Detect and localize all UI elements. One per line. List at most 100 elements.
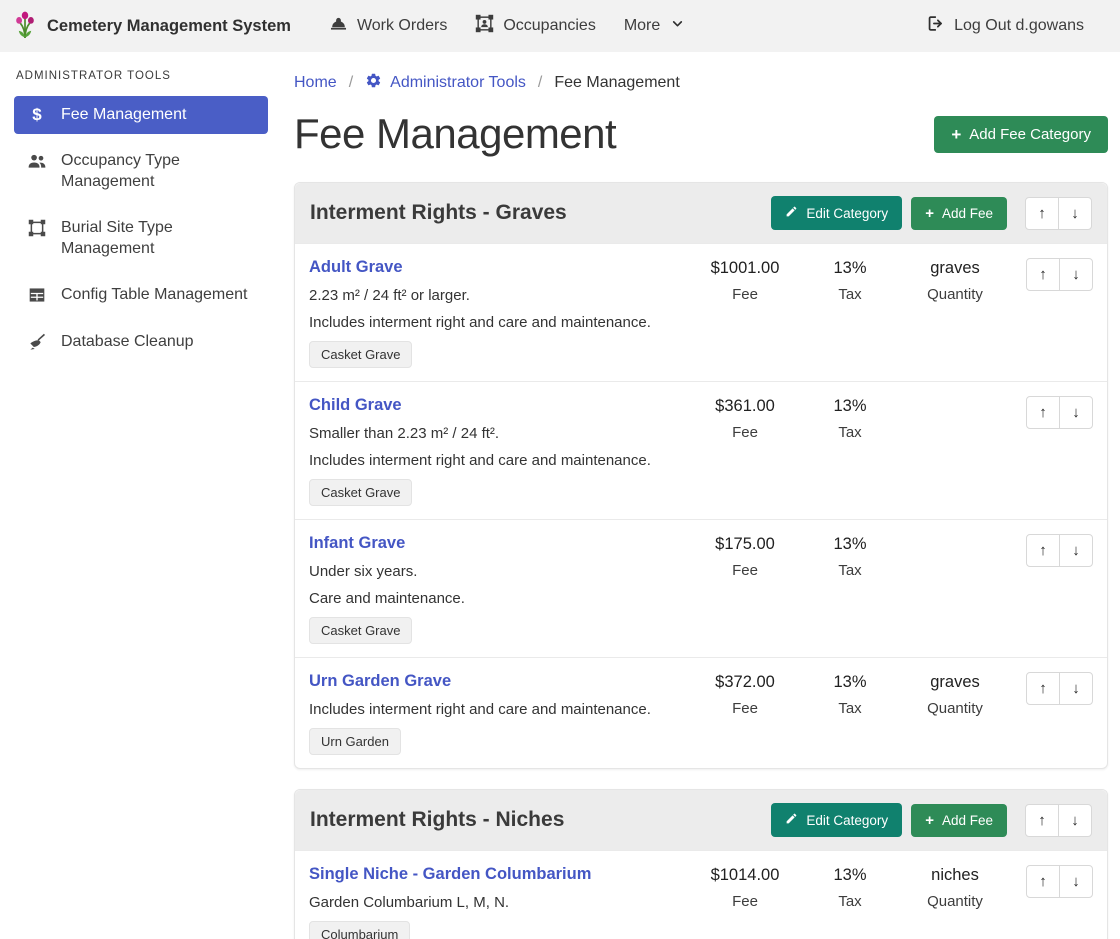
move-fee-up-button[interactable]: ↑: [1026, 258, 1060, 291]
fee-row: Adult Grave 2.23 m² / 24 ft² or larger. …: [295, 243, 1107, 381]
sidebar: ADMINISTRATOR TOOLS $ Fee Management Occ…: [0, 52, 280, 369]
category-card-niches: Interment Rights - Niches Edit Category …: [294, 789, 1108, 939]
fee-quantity-cell: niches Quantity: [900, 865, 1010, 910]
sidebar-item-database-cleanup[interactable]: Database Cleanup: [14, 323, 268, 361]
logout-link[interactable]: Log Out d.gowans: [912, 6, 1098, 46]
move-category-down-button[interactable]: ↓: [1058, 804, 1092, 837]
nav-work-orders[interactable]: Work Orders: [315, 6, 461, 46]
fee-quantity-cell: graves Quantity: [900, 258, 1010, 303]
fee-tax-cell: 13% Tax: [800, 865, 900, 910]
category-header: Interment Rights - Graves Edit Category …: [295, 183, 1107, 243]
pencil-icon: [785, 205, 798, 221]
plus-icon: +: [951, 126, 961, 143]
vector-square-icon: [26, 218, 48, 237]
fee-tag-chip: Urn Garden: [309, 728, 401, 755]
add-fee-category-button[interactable]: + Add Fee Category: [934, 116, 1108, 153]
move-fee-up-button[interactable]: ↑: [1026, 672, 1060, 705]
breadcrumb-separator: /: [538, 74, 542, 92]
fee-name-link[interactable]: Child Grave: [309, 396, 402, 415]
move-category-up-button[interactable]: ↑: [1025, 804, 1059, 837]
app-brand[interactable]: Cemetery Management System: [12, 9, 291, 44]
sidebar-item-burial-site-type-management[interactable]: Burial Site Type Management: [14, 209, 268, 268]
tulip-logo-icon: [12, 9, 38, 44]
add-fee-button[interactable]: + Add Fee: [911, 804, 1007, 837]
edit-category-button[interactable]: Edit Category: [771, 196, 902, 230]
fee-tag-chip: Casket Grave: [309, 341, 412, 368]
breadcrumb-admin-tools[interactable]: Administrator Tools: [365, 72, 526, 94]
users-icon: [26, 151, 48, 170]
hard-hat-icon: [329, 14, 348, 38]
plus-icon: +: [925, 813, 934, 828]
move-fee-down-button[interactable]: ↓: [1059, 865, 1093, 898]
fee-description: Care and maintenance.: [309, 590, 690, 607]
category-title: Interment Rights - Graves: [310, 201, 567, 225]
gear-icon: [365, 72, 382, 94]
fee-name-link[interactable]: Urn Garden Grave: [309, 672, 451, 691]
chevron-down-icon: [671, 17, 684, 35]
fee-tax-cell: 13% Tax: [800, 396, 900, 441]
nav-links: Work Orders Occupancies More: [315, 6, 698, 46]
main-content: Home / Administrator Tools / Fee Managem…: [280, 52, 1120, 939]
fee-row: Infant Grave Under six years. Care and m…: [295, 519, 1107, 657]
sidebar-item-fee-management[interactable]: $ Fee Management: [14, 96, 268, 134]
fee-tag-chip: Casket Grave: [309, 479, 412, 506]
fee-quantity-cell: graves Quantity: [900, 672, 1010, 717]
occupancy-frame-icon: [475, 14, 494, 38]
add-fee-button[interactable]: + Add Fee: [911, 197, 1007, 230]
move-fee-down-button[interactable]: ↓: [1059, 534, 1093, 567]
breadcrumb-home[interactable]: Home: [294, 74, 337, 92]
fee-name-link[interactable]: Infant Grave: [309, 534, 405, 553]
fee-name-link[interactable]: Adult Grave: [309, 258, 403, 277]
fee-tag-chip: Columbarium: [309, 921, 410, 939]
move-fee-down-button[interactable]: ↓: [1059, 258, 1093, 291]
dollar-icon: $: [26, 105, 48, 123]
fee-description: Includes interment right and care and ma…: [309, 452, 690, 469]
move-fee-down-button[interactable]: ↓: [1059, 672, 1093, 705]
nav-occupancies[interactable]: Occupancies: [461, 6, 610, 46]
fee-amount-cell: $1001.00 Fee: [690, 258, 800, 303]
fee-row: Urn Garden Grave Includes interment righ…: [295, 657, 1107, 768]
move-category-up-button[interactable]: ↑: [1025, 197, 1059, 230]
category-card-graves: Interment Rights - Graves Edit Category …: [294, 182, 1108, 769]
fee-description: Under six years.: [309, 563, 690, 580]
move-fee-up-button[interactable]: ↑: [1026, 534, 1060, 567]
fee-description: Smaller than 2.23 m² / 24 ft².: [309, 425, 690, 442]
move-fee-down-button[interactable]: ↓: [1059, 396, 1093, 429]
fee-description: Garden Columbarium L, M, N.: [309, 894, 690, 911]
broom-icon: [26, 332, 48, 352]
breadcrumb-separator: /: [349, 74, 353, 92]
page-title: Fee Management: [294, 110, 616, 158]
pencil-icon: [785, 812, 798, 828]
breadcrumb-current: Fee Management: [554, 74, 679, 92]
top-navbar: Cemetery Management System Work Orders: [0, 0, 1120, 52]
move-fee-up-button[interactable]: ↑: [1026, 865, 1060, 898]
sidebar-item-occupancy-type-management[interactable]: Occupancy Type Management: [14, 142, 268, 201]
fee-description: Includes interment right and care and ma…: [309, 701, 690, 718]
app-title: Cemetery Management System: [47, 17, 291, 36]
fee-quantity-cell: Quantity: [900, 396, 1010, 397]
move-category-down-button[interactable]: ↓: [1058, 197, 1092, 230]
fee-row: Single Niche - Garden Columbarium Garden…: [295, 850, 1107, 939]
category-title: Interment Rights - Niches: [310, 808, 564, 832]
edit-category-button[interactable]: Edit Category: [771, 803, 902, 837]
fee-amount-cell: $372.00 Fee: [690, 672, 800, 717]
fee-name-link[interactable]: Single Niche - Garden Columbarium: [309, 865, 591, 884]
fee-tax-cell: 13% Tax: [800, 258, 900, 303]
nav-right: Log Out d.gowans: [912, 6, 1098, 46]
fee-description: Includes interment right and care and ma…: [309, 314, 690, 331]
sidebar-item-config-table-management[interactable]: Config Table Management: [14, 276, 268, 314]
breadcrumb: Home / Administrator Tools / Fee Managem…: [294, 72, 1110, 94]
sidebar-heading: ADMINISTRATOR TOOLS: [16, 70, 268, 82]
fee-amount-cell: $1014.00 Fee: [690, 865, 800, 910]
fee-tag-chip: Casket Grave: [309, 617, 412, 644]
fee-tax-cell: 13% Tax: [800, 534, 900, 579]
category-header: Interment Rights - Niches Edit Category …: [295, 790, 1107, 850]
fee-amount-cell: $361.00 Fee: [690, 396, 800, 441]
fee-amount-cell: $175.00 Fee: [690, 534, 800, 579]
nav-more[interactable]: More: [610, 9, 698, 43]
fee-description: 2.23 m² / 24 ft² or larger.: [309, 287, 690, 304]
fee-tax-cell: 13% Tax: [800, 672, 900, 717]
logout-icon: [926, 14, 945, 38]
table-icon: [26, 285, 48, 304]
move-fee-up-button[interactable]: ↑: [1026, 396, 1060, 429]
